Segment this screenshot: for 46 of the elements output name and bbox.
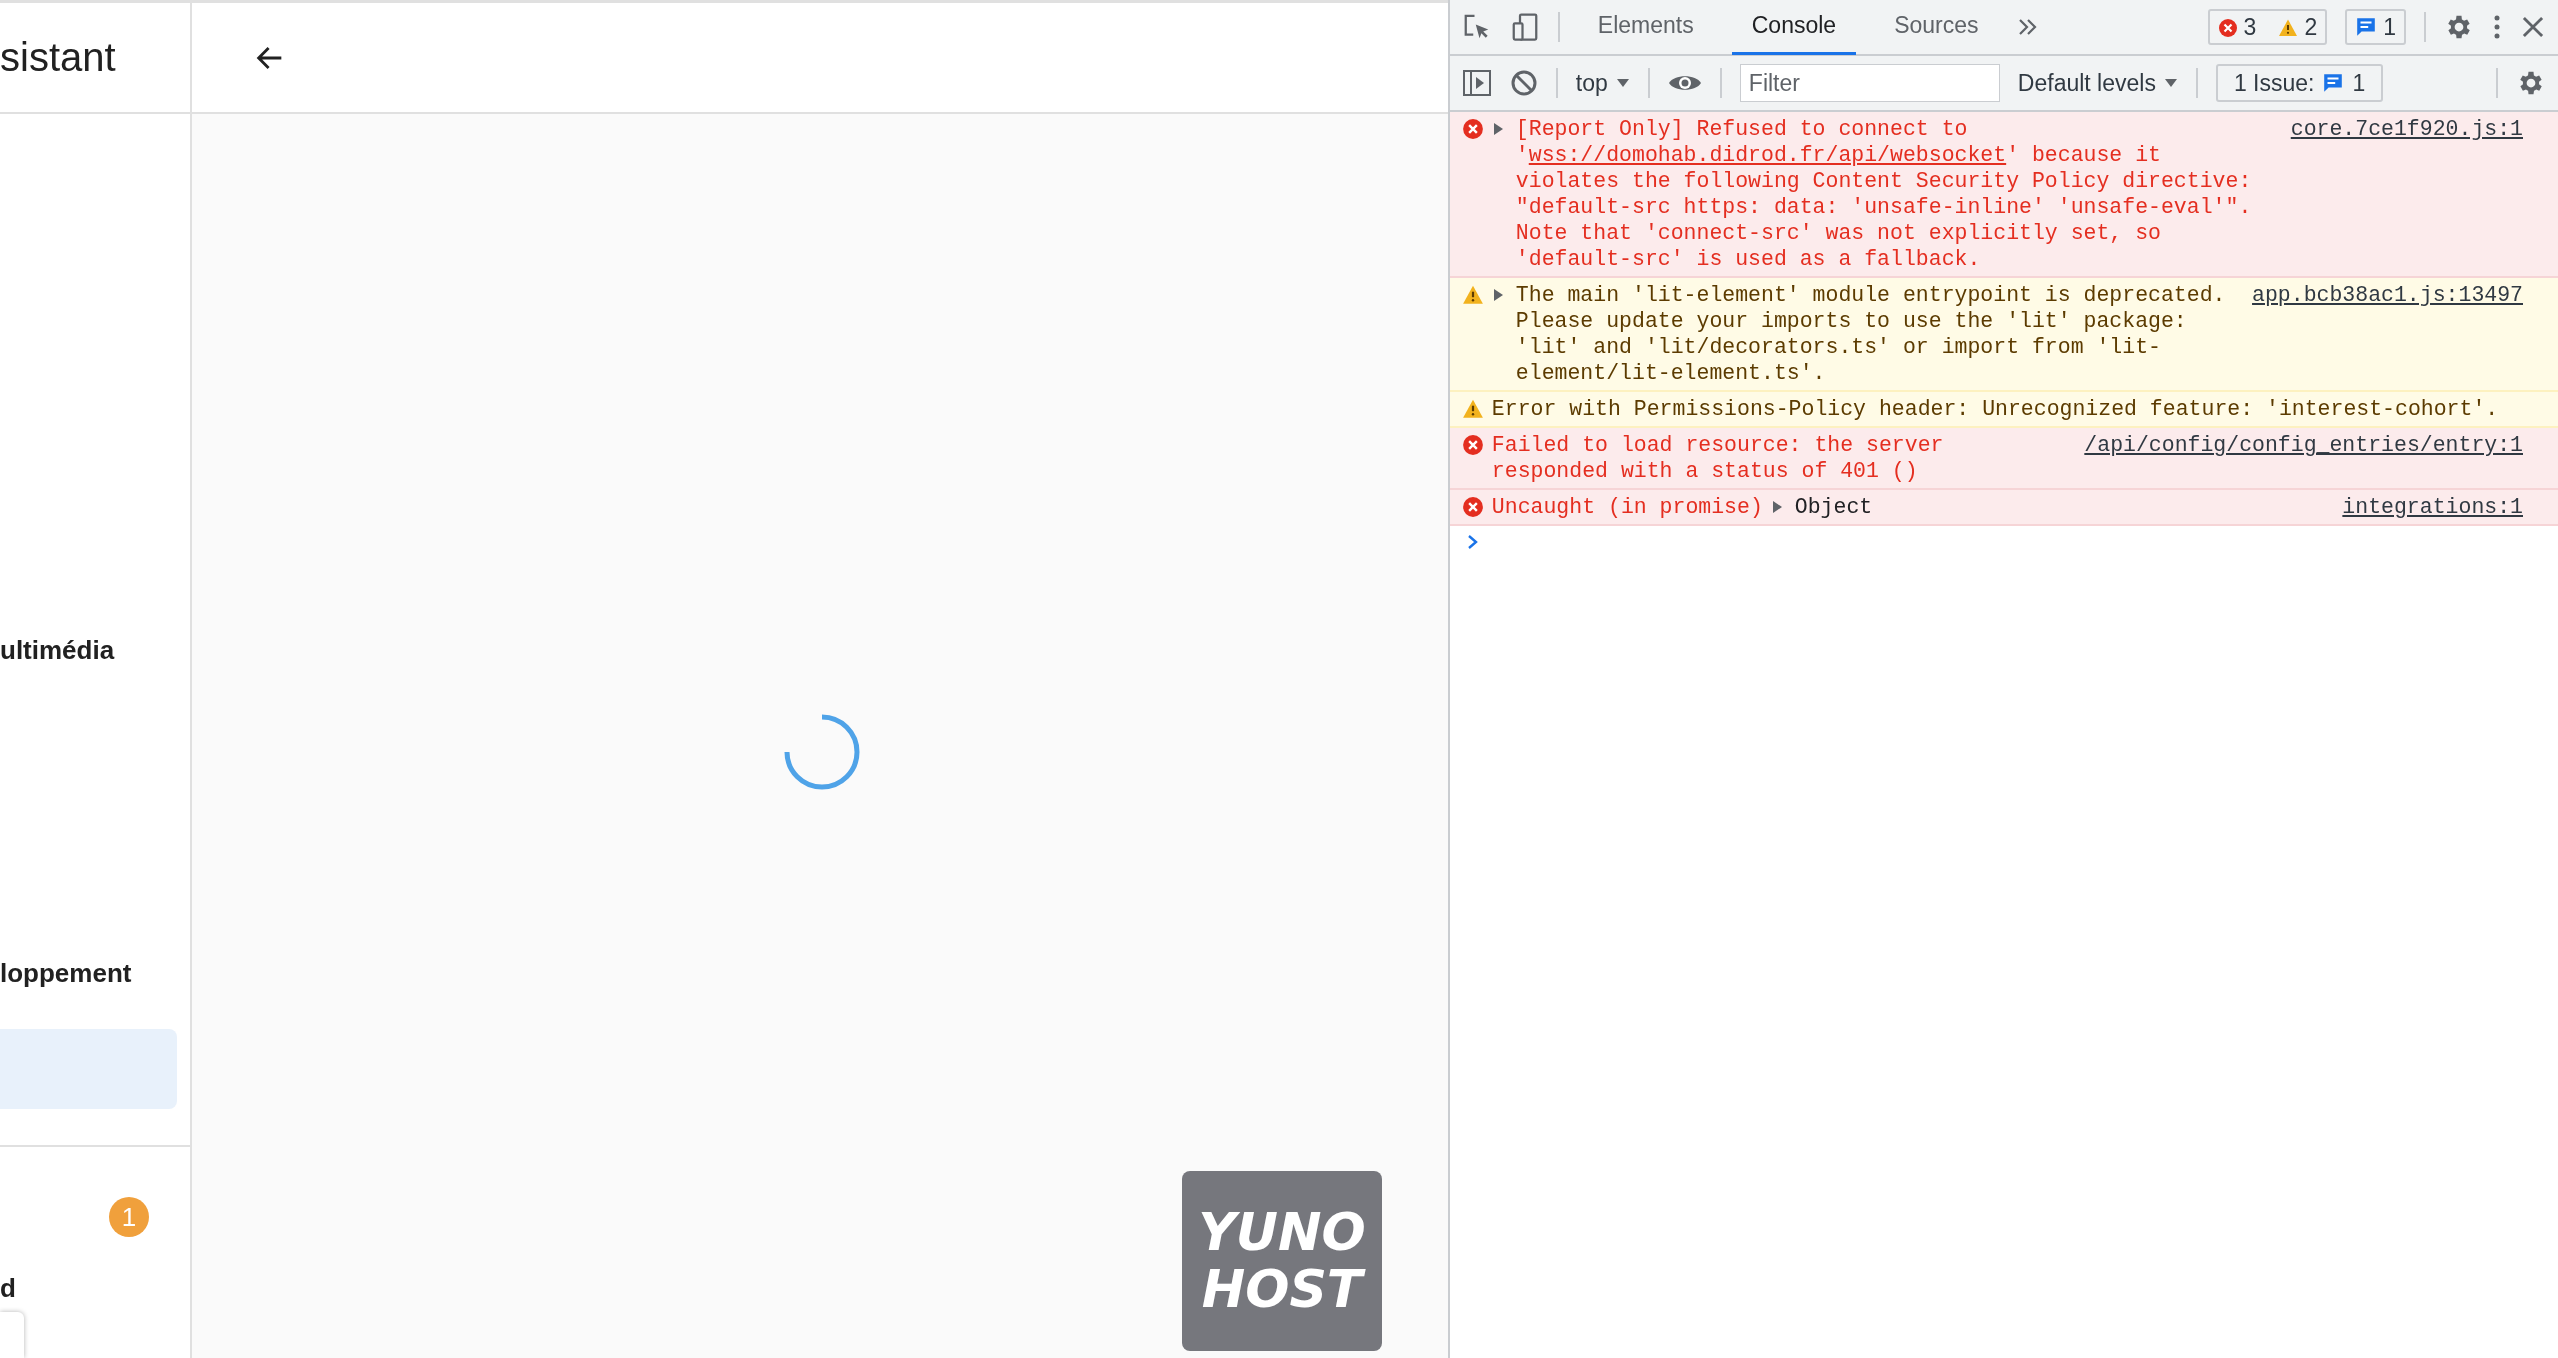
- sidebar-item[interactable]: ultimédia: [0, 610, 177, 690]
- dropdown-caret-icon: [2163, 78, 2178, 88]
- warning-icon: [2278, 18, 2299, 38]
- message-icon: [2355, 16, 2378, 38]
- message-text: Error with Permissions-Policy header: Unrecognized feature: 'interest-cohort'.: [1491, 396, 2500, 422]
- close-icon[interactable]: [2520, 14, 2546, 40]
- warning-icon: [1461, 284, 1484, 306]
- error-icon: [2217, 18, 2238, 38]
- context-dropdown[interactable]: top: [1575, 69, 1630, 97]
- expand-triangle-icon[interactable]: [1770, 500, 1783, 514]
- expand-triangle-icon[interactable]: [1491, 288, 1504, 302]
- source-link[interactable]: integrations:1: [2342, 494, 2523, 520]
- source-link[interactable]: core.7ce1f920.js:1: [2290, 116, 2523, 142]
- app-title: sistant: [0, 35, 116, 80]
- warning-icon: [1461, 398, 1484, 420]
- devtools-tab[interactable]: Elements: [1577, 0, 1714, 55]
- issue-counter[interactable]: 3 2: [2207, 9, 2328, 45]
- error-icon: [1461, 496, 1484, 518]
- clear-console-icon[interactable]: [1509, 69, 1538, 97]
- message-text: Failed to load resource: the server responded with a status of 401 (): [1491, 432, 1945, 484]
- source-link[interactable]: app.bcb38ac1.js:13497: [2252, 282, 2523, 308]
- notification-badge: 1: [109, 1197, 149, 1237]
- filter-field[interactable]: Filter: [1739, 64, 2000, 102]
- more-tabs-icon[interactable]: [2016, 17, 2039, 37]
- issues-button[interactable]: 1 Issue: 1: [2215, 64, 2384, 102]
- sidebar-toggle-icon[interactable]: [1461, 69, 1492, 97]
- message-text: The main 'lit-element' module entrypoint is deprecated. Please update your imports to use the 'lit' package: 'lit' and 'lit/decorators.ts' or import from 'lit-element/lit-element.ts'.: [1515, 282, 2227, 386]
- message-count: 1: [2383, 13, 2396, 41]
- error-icon: [1461, 434, 1484, 456]
- message-counter[interactable]: 1: [2345, 9, 2406, 45]
- dropdown-caret-icon: [1615, 78, 1630, 88]
- object-text[interactable]: Object: [1794, 494, 1873, 520]
- levels-dropdown[interactable]: Default levels: [2017, 69, 2178, 97]
- url-link[interactable]: wss://domohab.didrod.fr/api/websocket: [1528, 143, 2007, 167]
- error-icon: [1461, 118, 1484, 140]
- warning-count: 2: [2304, 13, 2318, 41]
- logo: YUNO HOST: [1182, 1171, 1382, 1351]
- source-link[interactable]: /api/config/config_entries/entry:1: [2084, 432, 2523, 458]
- message-text: Uncaught (in promise): [1491, 494, 1763, 520]
- message-text: [Report Only] Refused to connect to 'wss://domohab.didrod.fr/api/websocket' because it violates the following Content Security Policy directive: "default-src https: data: 'unsafe-inline' 'unsafe-eval'". Note that 'connect-src' was not explicitly set, so 'default-src' is used as a fallback.: [1515, 116, 2253, 272]
- expand-triangle-icon[interactable]: [1491, 122, 1504, 136]
- sidebar-item[interactable]: d: [0, 1273, 190, 1304]
- message-icon: [2322, 72, 2345, 94]
- error-count: 3: [2243, 13, 2257, 41]
- devtools-tab[interactable]: Sources: [1874, 0, 1999, 55]
- sidebar-item[interactable]: loppement: [0, 933, 177, 1013]
